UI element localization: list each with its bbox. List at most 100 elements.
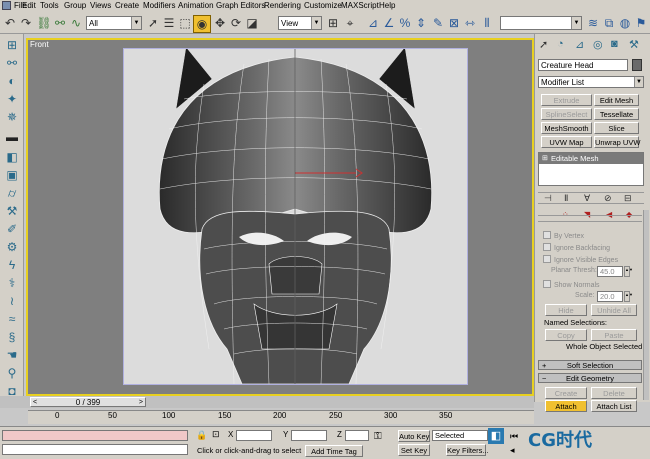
maxscript-listener[interactable] xyxy=(2,430,188,441)
select-by-name-icon[interactable]: ☰ xyxy=(161,15,177,31)
edit-named-selection-icon[interactable]: ⊠ xyxy=(446,15,462,31)
slice-button[interactable]: Slice xyxy=(594,122,639,134)
show-normals-checkbox[interactable]: Show Normals xyxy=(543,280,600,289)
panel-scrollbar[interactable] xyxy=(643,210,649,400)
spinner-snap-icon[interactable]: ⇕ xyxy=(413,15,429,31)
go-to-start-icon[interactable]: ⏮ xyxy=(510,431,518,442)
select-object-icon[interactable]: ➚ xyxy=(145,15,161,31)
ripple-icon[interactable]: ≈ xyxy=(4,312,20,327)
undo-icon[interactable]: ↶ xyxy=(2,15,18,31)
menu-views[interactable]: Views xyxy=(90,1,111,10)
warp-icon[interactable]: ⚕ xyxy=(4,276,20,291)
bolt-icon[interactable]: ϟ xyxy=(4,258,20,273)
time-ruler[interactable]: 0 50 100 150 200 250 300 350 xyxy=(28,410,534,424)
sphere-icon[interactable]: ◐ xyxy=(4,74,20,89)
unwrap-uvw-button[interactable]: Unwrap UVW xyxy=(594,136,640,148)
bind-space-warp-icon[interactable]: ∿ xyxy=(68,15,84,31)
key-filters-button[interactable]: Key Filters... xyxy=(446,444,489,456)
display-tab-icon[interactable]: ◙ xyxy=(611,38,618,50)
attach-list-button[interactable]: Attach List xyxy=(591,400,637,412)
angle-snap-icon[interactable]: ∠ xyxy=(381,15,397,31)
gear-icon[interactable]: ⚙ xyxy=(4,240,20,255)
shapes-icon[interactable]: ◧ xyxy=(4,150,20,165)
hide-button[interactable]: Hide xyxy=(545,304,587,316)
hand-icon[interactable]: ☚ xyxy=(4,348,20,363)
ignore-backfacing-checkbox[interactable]: Ignore Backfacing xyxy=(543,243,610,252)
wrench-icon[interactable]: ⚒ xyxy=(4,204,20,219)
meshsmooth-button[interactable]: MeshSmooth xyxy=(541,122,592,134)
reference-coordinate-dropdown[interactable]: View ▼ xyxy=(278,16,322,30)
select-and-scale-icon[interactable]: ◪ xyxy=(244,15,260,31)
utilities-tab-icon[interactable]: ⚒ xyxy=(629,38,639,51)
z-coordinate-field[interactable] xyxy=(345,430,369,441)
auto-key-button[interactable]: Auto Key xyxy=(398,430,430,442)
key-mode-dropdown[interactable]: Selected xyxy=(432,430,488,441)
mirror-icon[interactable]: ⇿ xyxy=(462,15,478,31)
copy-button[interactable]: Copy xyxy=(545,329,587,341)
uvw-map-button[interactable]: UVW Map xyxy=(541,136,592,148)
show-end-result-icon[interactable]: Ⅱ xyxy=(564,193,568,204)
named-selection-dropdown[interactable]: ▼ xyxy=(500,16,582,30)
delete-button[interactable]: Delete xyxy=(591,387,637,399)
modify-tab-icon[interactable]: ◔ xyxy=(557,38,564,50)
snap-toggle-icon[interactable]: ⊿ xyxy=(365,15,381,31)
configure-sets-icon[interactable]: ⊟ xyxy=(624,193,632,204)
rectangular-selection-icon[interactable]: ⬚ xyxy=(177,15,193,31)
create-tab-icon[interactable]: ➚ xyxy=(539,38,548,51)
align-icon[interactable]: ⫴ xyxy=(479,15,495,31)
selection-filter-dropdown[interactable]: All ▼ xyxy=(86,16,142,30)
motion-tab-icon[interactable]: ◎ xyxy=(593,38,603,51)
edit-mesh-button[interactable]: Edit Mesh xyxy=(594,94,639,106)
menu-edit[interactable]: Edit xyxy=(22,1,36,10)
viewport-layout-icon[interactable]: ▬ xyxy=(4,130,20,145)
redo-icon[interactable]: ↷ xyxy=(18,15,34,31)
menu-group[interactable]: Group xyxy=(64,1,86,10)
tessellate-button[interactable]: Tessellate xyxy=(594,108,639,120)
light-icon[interactable]: ✦ xyxy=(4,92,20,107)
spinner-arrows-icon[interactable]: ▲▼ xyxy=(624,266,633,277)
menu-rendering[interactable]: Rendering xyxy=(264,1,301,10)
curve-editor-icon[interactable]: ≋ xyxy=(585,15,601,31)
box-icon[interactable]: ▣ xyxy=(4,168,20,183)
remove-modifier-icon[interactable]: ⊘ xyxy=(604,193,612,204)
menu-create[interactable]: Create xyxy=(115,1,139,10)
brush-icon[interactable]: ✐ xyxy=(4,222,20,237)
material-editor-icon[interactable]: ◍ xyxy=(617,15,633,31)
star-icon[interactable]: ✵ xyxy=(4,110,20,125)
maxscript-mini-listener[interactable] xyxy=(2,444,188,455)
planar-thresh-spinner[interactable]: 45.0 xyxy=(597,266,623,277)
pivot-center-icon[interactable]: ⊞ xyxy=(325,15,341,31)
menu-graph-editors[interactable]: Graph Editors xyxy=(216,1,265,10)
add-time-tag-button[interactable]: Add Time Tag xyxy=(305,445,363,457)
window-crossing-icon[interactable]: ◉ xyxy=(193,15,211,33)
hierarchy-icon[interactable]: ⊞ xyxy=(4,38,20,53)
menu-maxscript[interactable]: MAXScript xyxy=(341,1,379,10)
x-coordinate-field[interactable] xyxy=(236,430,272,441)
y-coordinate-field[interactable] xyxy=(291,430,327,441)
link-icon[interactable]: ⚯ xyxy=(4,56,20,71)
modifier-list-dropdown[interactable]: Modifier List ▼ xyxy=(538,76,644,88)
select-and-rotate-icon[interactable]: ⟳ xyxy=(228,15,244,31)
render-scene-icon[interactable]: ⚑ xyxy=(633,15,649,31)
set-key-button[interactable]: Set Key xyxy=(398,444,430,456)
create-button[interactable]: Create xyxy=(545,387,587,399)
percent-snap-icon[interactable]: % xyxy=(397,15,413,31)
lock-icon[interactable]: 🔒 xyxy=(196,430,207,441)
menu-help[interactable]: Help xyxy=(379,1,395,10)
menu-tools[interactable]: Tools xyxy=(40,1,59,10)
edit-geometry-rollout[interactable]: − Edit Geometry xyxy=(538,373,642,383)
ignore-visible-edges-checkbox[interactable]: Ignore Visible Edges xyxy=(543,255,618,264)
stack-item-editable-mesh[interactable]: ⊞ Editable Mesh xyxy=(539,153,643,164)
splineselect-button[interactable]: SplineSelect xyxy=(541,108,592,120)
key-icon[interactable]: ⚿ xyxy=(374,431,382,442)
cylinder-icon[interactable]: ⌭ xyxy=(4,186,20,201)
extrude-button[interactable]: Extrude xyxy=(541,94,592,106)
by-vertex-checkbox[interactable]: By Vertex xyxy=(543,231,584,240)
menu-animation[interactable]: Animation xyxy=(178,1,214,10)
absolute-mode-icon[interactable]: ⊡ xyxy=(212,429,220,440)
scale-spinner[interactable]: 20.0 xyxy=(597,291,623,302)
make-unique-icon[interactable]: ∀ xyxy=(584,193,590,204)
viewport-label[interactable]: Front xyxy=(30,40,49,49)
hierarchy-tab-icon[interactable]: ⊿ xyxy=(575,38,584,51)
select-and-link-icon[interactable]: ⛓ xyxy=(36,15,52,31)
